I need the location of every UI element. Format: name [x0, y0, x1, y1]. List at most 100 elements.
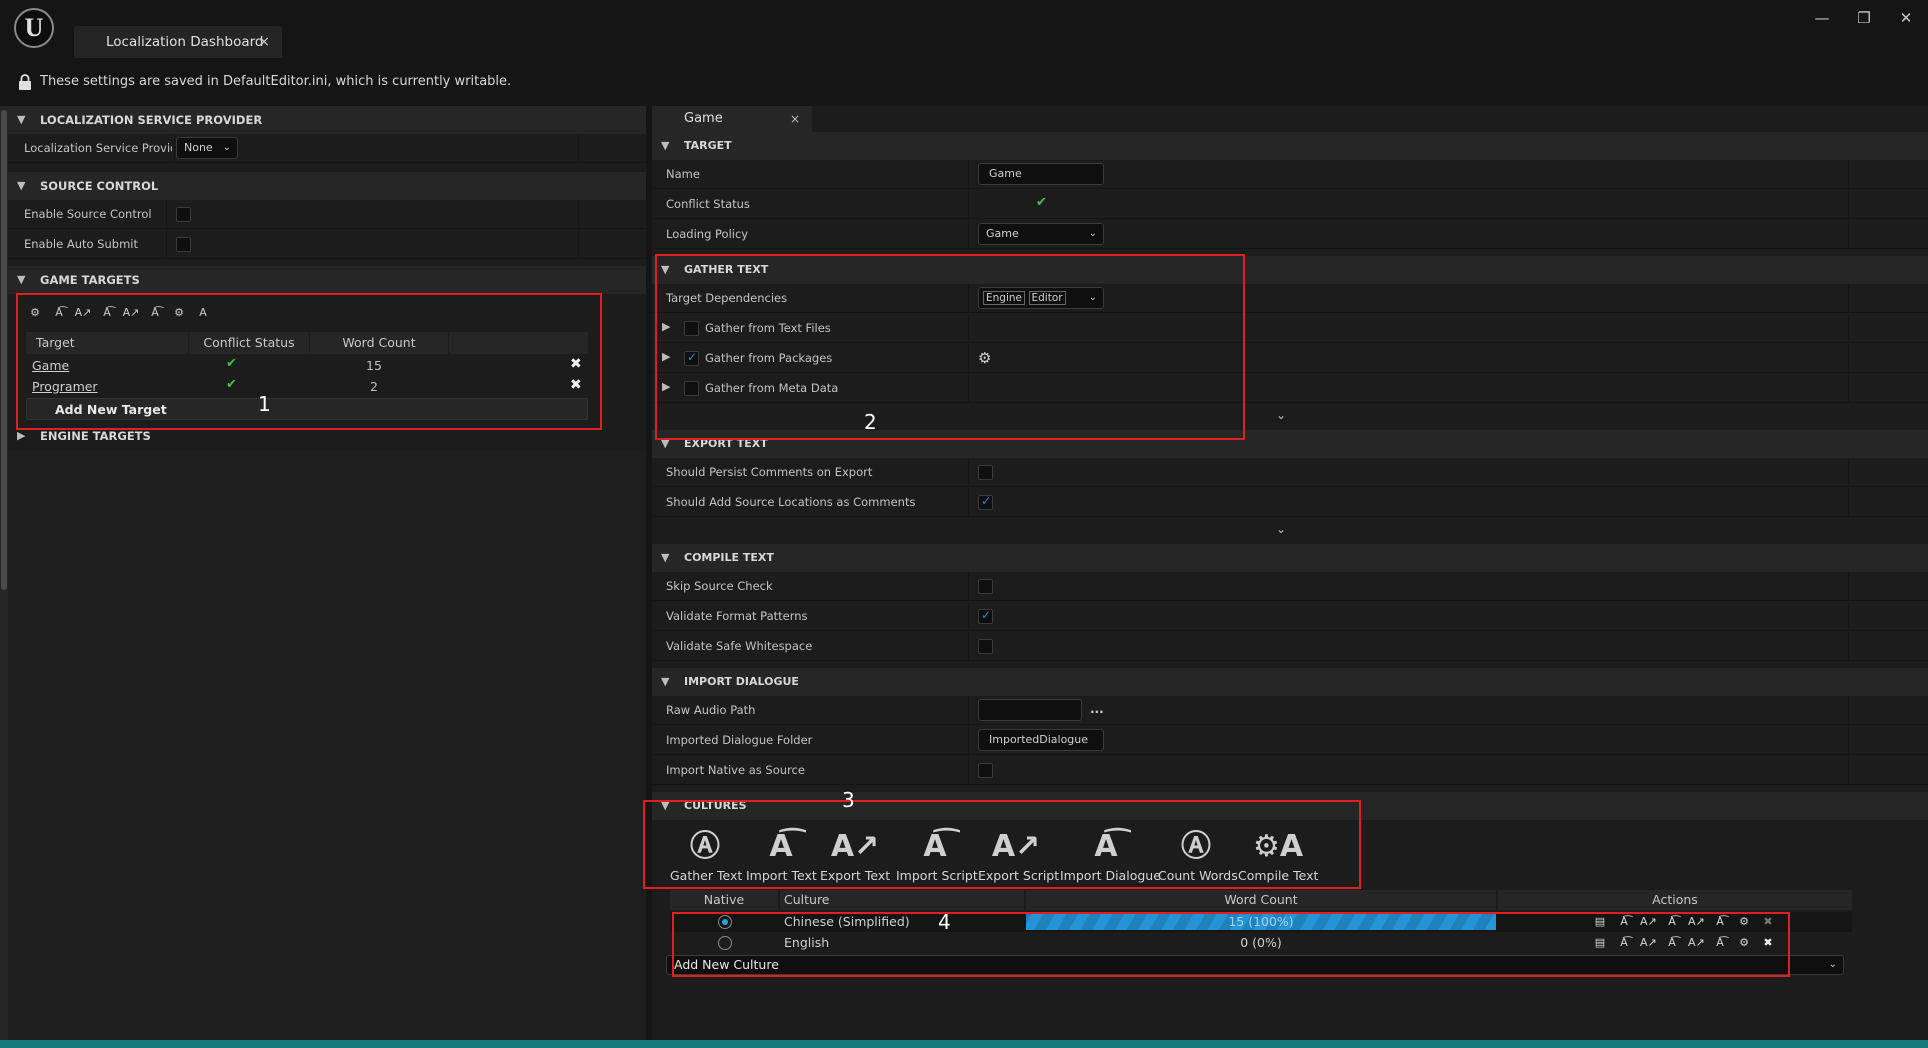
chevron-down-icon: ⌄	[1828, 959, 1837, 970]
validate-format-checkbox[interactable]: ✓	[978, 608, 993, 624]
enable-source-control-label: Enable Source Control	[24, 207, 152, 221]
header-culture: Culture	[780, 890, 1024, 910]
row-raw-audio-path: Raw Audio Path ...	[652, 696, 1928, 725]
row-enable-auto-submit: Enable Auto Submit	[8, 230, 646, 259]
left-empty-area	[8, 450, 646, 1040]
enable-auto-submit-checkbox[interactable]	[176, 237, 191, 252]
header-word-count: Word Count	[1026, 890, 1496, 910]
conflict-ok-icon: ✔	[1036, 195, 1047, 210]
enable-auto-submit-label: Enable Auto Submit	[24, 237, 138, 251]
status-strip	[0, 1040, 1928, 1048]
validate-whitespace-label: Validate Safe Whitespace	[666, 639, 813, 653]
highlight-box-3	[643, 800, 1361, 889]
chevron-down-icon: ▼	[661, 551, 670, 564]
section-source-control[interactable]: ▼ SOURCE CONTROL	[8, 172, 646, 200]
row-conflict-status: Conflict Status ✔	[652, 190, 1928, 219]
loading-policy-value: Game	[986, 227, 1019, 240]
minimize-icon[interactable]: —	[1808, 6, 1836, 30]
name-input[interactable]: Game	[978, 163, 1104, 185]
loading-policy-label: Loading Policy	[666, 227, 749, 241]
chevron-down-icon: ⌄	[1276, 408, 1287, 422]
row-skip-source-check: Skip Source Check	[652, 572, 1928, 601]
service-provider-value: None	[184, 141, 213, 154]
chevron-down-icon: ▼	[17, 113, 26, 126]
info-message: These settings are saved in DefaultEdito…	[40, 74, 512, 89]
annotation-number: 1	[258, 392, 271, 416]
highlight-box-4	[672, 912, 1790, 977]
header-native: Native	[670, 890, 778, 910]
skip-source-check-checkbox[interactable]	[978, 579, 993, 594]
enable-source-control-checkbox[interactable]	[176, 207, 191, 222]
name-label: Name	[666, 167, 700, 181]
section-title: IMPORT DIALOGUE	[684, 675, 799, 688]
section-title: GAME TARGETS	[40, 273, 140, 287]
section-import-dialogue[interactable]: ▼ IMPORT DIALOGUE	[652, 668, 1928, 696]
left-scrollbar[interactable]	[0, 106, 8, 1040]
tab-title: Localization Dashboard	[106, 34, 264, 50]
section-target[interactable]: ▼ TARGET	[652, 132, 1928, 160]
chevron-down-icon: ⌄	[1088, 228, 1097, 239]
loading-policy-dropdown[interactable]: Game ⌄	[978, 223, 1104, 245]
native-as-source-label: Import Native as Source	[666, 763, 805, 777]
title-bar: U Localization Dashboard × — ❐ ✕	[0, 0, 1928, 62]
section-title: COMPILE TEXT	[684, 551, 774, 564]
chevron-down-icon: ▼	[17, 179, 26, 192]
skip-source-check-label: Skip Source Check	[666, 579, 773, 593]
close-window-icon[interactable]: ✕	[1892, 6, 1920, 30]
annotation-number: 4	[938, 910, 951, 934]
section-title: LOCALIZATION SERVICE PROVIDER	[40, 113, 263, 127]
raw-audio-path-label: Raw Audio Path	[666, 703, 756, 717]
header-actions: Actions	[1498, 890, 1852, 910]
row-name: Name Game	[652, 160, 1928, 189]
tab-close-icon[interactable]: ×	[258, 26, 270, 58]
chevron-down-icon: ▼	[17, 273, 26, 286]
section-compile-text[interactable]: ▼ COMPILE TEXT	[652, 544, 1928, 572]
highlight-box-2	[655, 254, 1245, 440]
row-native-as-source: Import Native as Source	[652, 756, 1928, 785]
chevron-down-icon: ⌄	[1276, 522, 1287, 536]
persist-comments-label: Should Persist Comments on Export	[666, 465, 873, 479]
service-provider-dropdown[interactable]: None ⌄	[176, 137, 238, 159]
row-persist-comments: Should Persist Comments on Export	[652, 458, 1928, 487]
section-title: SOURCE CONTROL	[40, 179, 159, 193]
chevron-down-icon: ⌄	[222, 142, 231, 153]
chevron-down-icon: ▼	[661, 675, 670, 688]
conflict-status-label: Conflict Status	[666, 197, 750, 211]
native-as-source-checkbox[interactable]	[978, 763, 993, 778]
browse-button[interactable]: ...	[1090, 702, 1104, 716]
unreal-logo-icon[interactable]: U	[14, 8, 54, 48]
source-locations-label: Should Add Source Locations as Comments	[666, 495, 916, 509]
tab-localization-dashboard[interactable]: Localization Dashboard ×	[74, 26, 282, 58]
row-dialogue-folder: Imported Dialogue Folder ImportedDialogu…	[652, 726, 1928, 755]
validate-whitespace-checkbox[interactable]	[978, 639, 993, 654]
row-validate-format: Validate Format Patterns ✓	[652, 602, 1928, 631]
highlight-box-1	[16, 293, 602, 430]
row-source-locations: Should Add Source Locations as Comments …	[652, 488, 1928, 517]
target-details-panel: Game × ▼ TARGET Name Game Conflict Statu…	[652, 106, 1928, 1040]
dialogue-folder-input[interactable]: ImportedDialogue	[978, 729, 1104, 751]
section-game-targets[interactable]: ▼ GAME TARGETS	[8, 266, 646, 294]
section-title: TARGET	[684, 139, 732, 152]
row-enable-source-control: Enable Source Control	[8, 200, 646, 229]
lock-icon	[19, 74, 31, 90]
tab-label: Game	[684, 111, 723, 126]
settings-info-bar: These settings are saved in DefaultEdito…	[8, 68, 1928, 98]
export-advanced-expander[interactable]: ⌄	[652, 518, 1928, 544]
service-provider-label: Localization Service Provider	[24, 141, 172, 155]
tab-close-icon[interactable]: ×	[790, 106, 800, 132]
tab-game[interactable]: Game ×	[652, 106, 812, 132]
row-service-provider: Localization Service Provider None ⌄	[8, 134, 646, 163]
scrollbar-thumb[interactable]	[1, 110, 7, 590]
section-title: ENGINE TARGETS	[40, 429, 151, 443]
raw-audio-path-input[interactable]	[978, 699, 1082, 721]
validate-format-label: Validate Format Patterns	[666, 609, 808, 623]
row-loading-policy: Loading Policy Game ⌄	[652, 220, 1928, 249]
annotation-number: 3	[842, 788, 855, 812]
restore-icon[interactable]: ❐	[1850, 6, 1878, 30]
left-settings-panel: ▼ LOCALIZATION SERVICE PROVIDER Localiza…	[8, 106, 646, 1040]
source-locations-checkbox[interactable]: ✓	[978, 494, 993, 510]
persist-comments-checkbox[interactable]	[978, 465, 993, 480]
chevron-down-icon: ▼	[661, 139, 670, 152]
section-localization-service-provider[interactable]: ▼ LOCALIZATION SERVICE PROVIDER	[8, 106, 646, 134]
annotation-number: 2	[864, 410, 877, 434]
